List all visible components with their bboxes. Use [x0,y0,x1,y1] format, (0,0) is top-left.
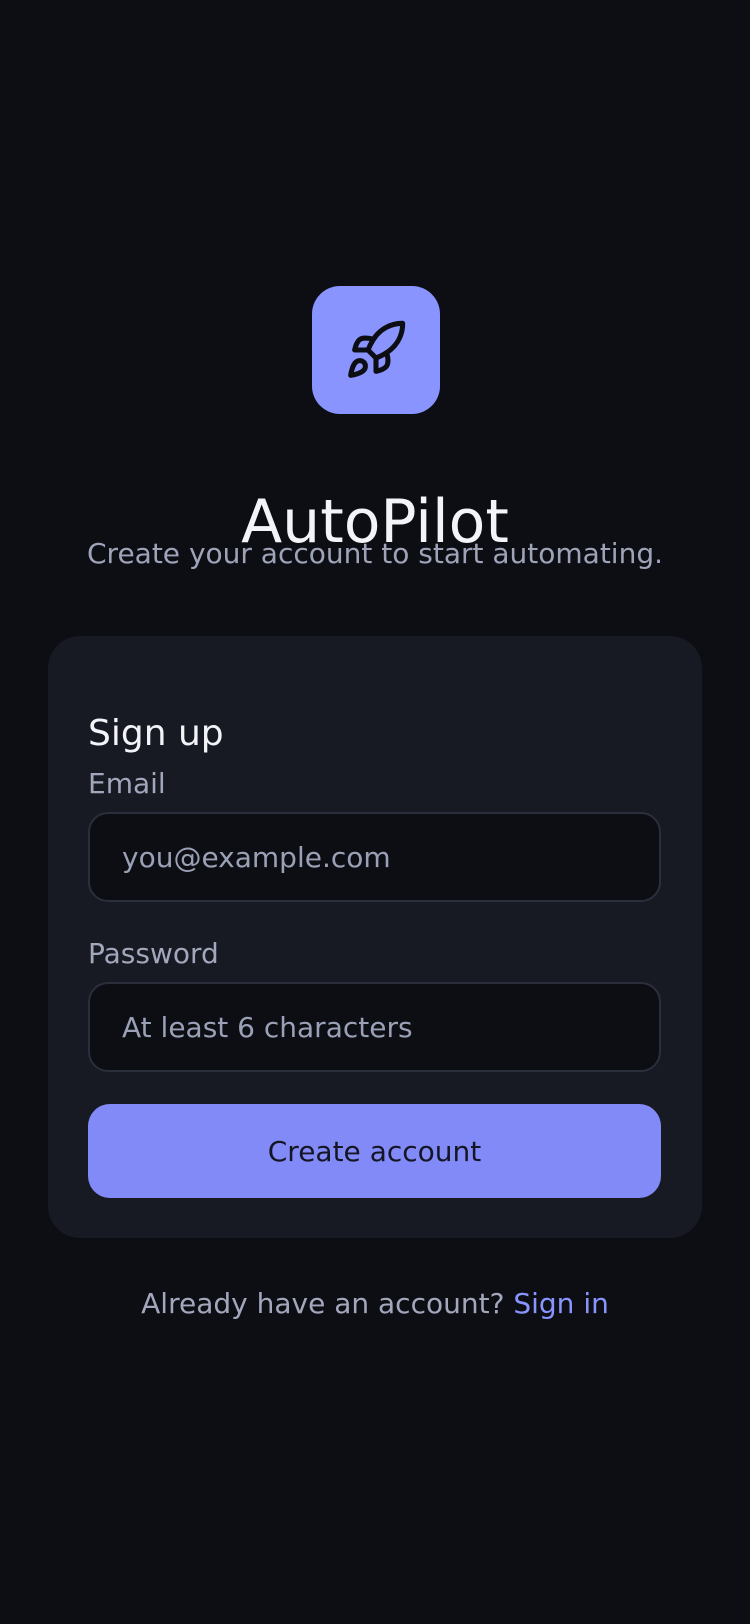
app-tagline: Create your account to start automating. [87,537,663,570]
signin-prompt: Already have an account? Sign in [0,1284,750,1324]
signup-screen: AutoPilot Create your account to start a… [0,0,750,1624]
sign-in-link[interactable]: Sign in [513,1287,609,1320]
rocket-icon [348,320,406,378]
email-label: Email [88,767,166,800]
app-logo [312,286,440,414]
password-field[interactable] [88,982,661,1072]
form-title: Sign up [88,712,224,754]
create-account-button[interactable]: Create account [88,1104,661,1198]
signin-prompt-text: Already have an account? [141,1287,505,1320]
signup-card: Sign up Email Password Create account [48,636,702,1238]
password-label: Password [88,937,219,970]
email-field[interactable] [88,812,661,902]
